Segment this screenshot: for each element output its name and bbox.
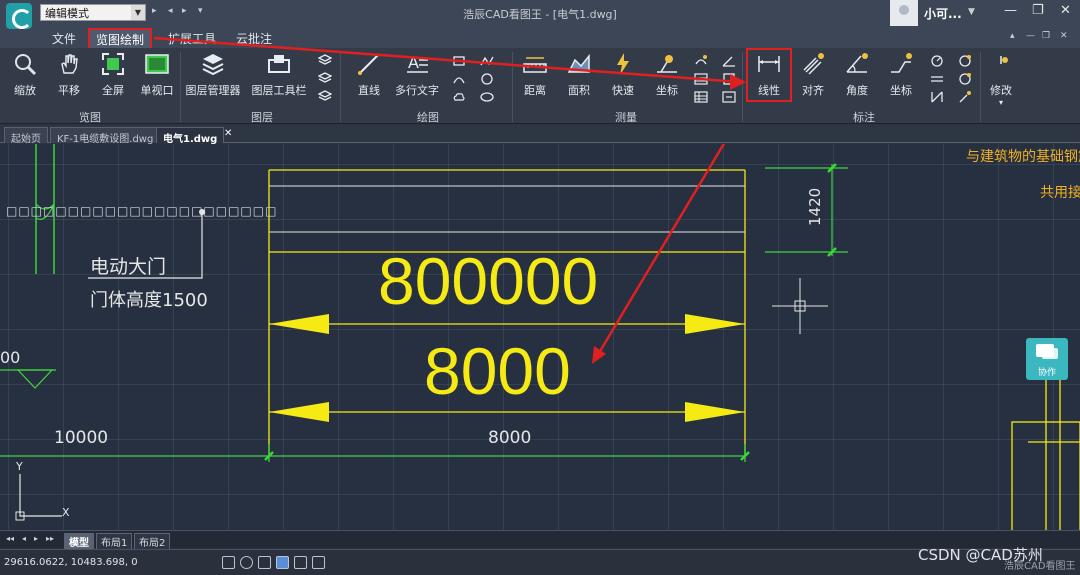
prev-layout-button[interactable]: ◂	[22, 534, 26, 543]
osnap-toggle-icon[interactable]	[294, 556, 307, 569]
fullscreen-toggle-icon[interactable]	[312, 556, 325, 569]
next-layout-button[interactable]: ▸	[34, 534, 38, 543]
collaboration-label: 协作	[1037, 368, 1056, 378]
tab-layout2[interactable]: 布局2	[134, 533, 171, 550]
tab-start-page[interactable]: 起始页	[4, 127, 48, 145]
chat-icon	[1036, 344, 1058, 359]
collaboration-button[interactable]: 协作	[1026, 338, 1068, 380]
tab-model[interactable]: 模型	[64, 533, 94, 550]
tab-layout1[interactable]: 布局1	[96, 533, 133, 550]
coordinate-readout: 29616.0622, 10483.698, 0	[4, 557, 138, 568]
tutorial-arrows	[592, 144, 726, 364]
watermark: CSDN @CAD苏州	[918, 546, 1043, 564]
grid-toggle-icon[interactable]	[222, 556, 235, 569]
polar-toggle-icon[interactable]	[276, 556, 289, 569]
tab-kf1-cable[interactable]: KF-1电缆敷设图.dwg	[50, 127, 161, 145]
app-window: 编辑模式 ▼ ▸ ◂ ▸ ▾ 浩辰CAD看图王 - [电气1.dwg] 小可..…	[0, 0, 1080, 575]
tutorial-arrow-top	[153, 36, 746, 90]
ortho-toggle-icon[interactable]	[258, 556, 271, 569]
drawing-canvas[interactable]: □□□□□□□□□□□□□□□□□□□□□□ 电动大门 门体高度1500 800…	[0, 144, 1080, 530]
snap-toggle-icon[interactable]	[240, 556, 253, 569]
tab-electric1[interactable]: 电气1.dwg	[156, 127, 225, 145]
close-icon[interactable]: ✕	[224, 128, 232, 139]
app-logo-icon[interactable]	[6, 3, 32, 29]
document-tab-strip: 起始页 KF-1电缆敷设图.dwg 电气1.dwg ✕	[0, 125, 1080, 145]
last-layout-button[interactable]: ▸▸	[46, 534, 54, 543]
first-layout-button[interactable]: ◂◂	[6, 534, 14, 543]
